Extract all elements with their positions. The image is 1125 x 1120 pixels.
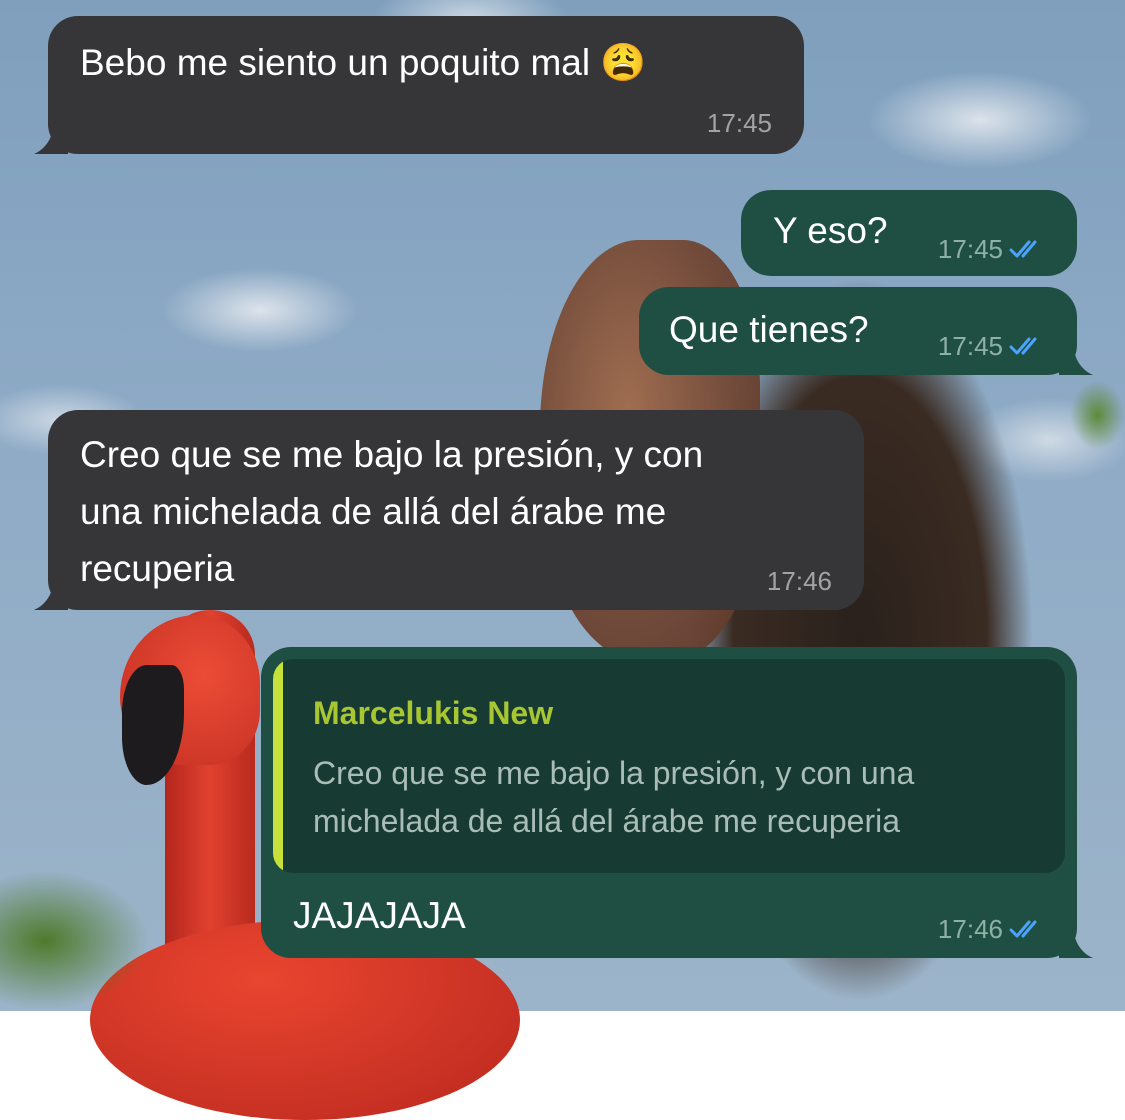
bubble-tail: [1059, 924, 1093, 958]
message-time: 17:46: [766, 566, 832, 596]
message-meta: 17:45: [707, 108, 772, 138]
double-check-icon: [1009, 240, 1037, 258]
message-time: 17:45: [937, 331, 1003, 361]
bubble-tail: [1059, 341, 1093, 375]
message-meta: 17:45: [938, 331, 1047, 361]
message-bubble-incoming[interactable]: Bebo me siento un poquito mal 😩 17:45: [34, 16, 804, 154]
message-bubble-outgoing[interactable]: Y eso? 17:45: [741, 190, 1077, 276]
quoted-message[interactable]: Marcelukis New Creo que se me bajo la pr…: [273, 659, 1065, 873]
message-time: 17:45: [706, 108, 772, 138]
message-text: Creo que se me bajo la presión, y con un…: [80, 434, 704, 589]
message-bubble-incoming[interactable]: Creo que se me bajo la presión, y con un…: [34, 410, 864, 610]
message-text: Y eso?: [773, 210, 888, 251]
message-text: Que tienes?: [669, 309, 869, 350]
message-meta: 17:46: [938, 914, 1047, 944]
quoted-author: Marcelukis New: [313, 695, 554, 731]
quoted-text: Creo que se me bajo la presión, y con un…: [313, 755, 915, 839]
bubble-tail: [34, 576, 68, 610]
double-check-icon: [1009, 337, 1037, 355]
wallpaper-leaves: [0, 870, 150, 1011]
message-text: JAJAJAJA: [293, 895, 466, 936]
message-meta: 17:45: [938, 234, 1047, 264]
bubble-tail: [34, 120, 68, 154]
message-bubble-outgoing-reply[interactable]: Marcelukis New Creo que se me bajo la pr…: [261, 647, 1093, 958]
double-check-icon: [1009, 920, 1037, 938]
message-text: Bebo me siento un poquito mal 😩: [80, 42, 647, 83]
message-bubble-outgoing[interactable]: Que tienes? 17:45: [639, 287, 1093, 375]
message-meta: 17:46: [767, 566, 832, 596]
message-time: 17:45: [937, 234, 1003, 264]
message-time: 17:46: [937, 914, 1003, 944]
quote-accent-bar: [273, 659, 283, 873]
wallpaper-leaf: [1070, 380, 1125, 450]
